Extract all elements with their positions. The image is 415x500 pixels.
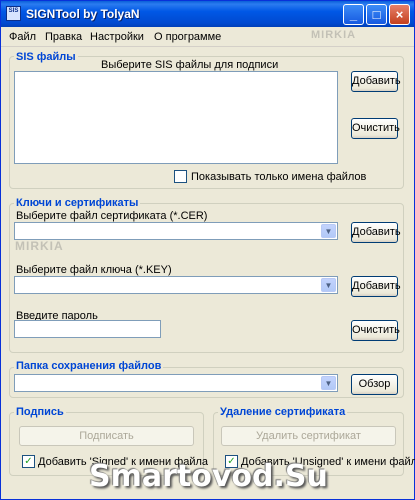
- key-add-button[interactable]: Добавить: [351, 276, 401, 297]
- cert-file-combo[interactable]: ▼: [14, 222, 338, 240]
- watermark-top: MIRKIA: [311, 29, 357, 41]
- close-button[interactable]: ×: [389, 4, 410, 25]
- minimize-button[interactable]: _: [343, 4, 364, 25]
- menu-edit[interactable]: Правка: [45, 31, 82, 43]
- sis-files-list[interactable]: [14, 71, 338, 164]
- browse-button[interactable]: Обзор: [351, 374, 398, 395]
- app-icon: SIS: [6, 6, 21, 21]
- save-folder-title: Папка сохранения файлов: [14, 360, 164, 372]
- cert-add-button[interactable]: Добавить: [351, 222, 401, 243]
- chevron-down-icon[interactable]: ▼: [321, 224, 336, 238]
- watermark-mid: MIRKIA: [15, 239, 64, 253]
- add-signed-checkbox[interactable]: ✓: [22, 455, 35, 468]
- menu-settings[interactable]: Настройки: [90, 31, 144, 43]
- names-only-label: Показывать только имена файлов: [191, 171, 367, 183]
- keys-title: Ключи и сертификаты: [14, 197, 141, 209]
- window-title: SIGNTool by TolyaN: [26, 7, 140, 21]
- sis-files-title: SIS файлы: [14, 51, 78, 63]
- menu-about[interactable]: О программе: [154, 31, 221, 43]
- watermark-bottom: Smartovod.Su: [89, 459, 328, 494]
- sis-clear-button[interactable]: Очистить: [351, 118, 400, 139]
- main-window: SIS SIGNTool by TolyaN _ □ × Файл Правка…: [0, 0, 415, 500]
- names-only-checkbox[interactable]: [174, 170, 187, 183]
- chevron-down-icon[interactable]: ▼: [321, 376, 336, 390]
- key-label: Выберите файл ключа (*.KEY): [16, 264, 172, 276]
- sis-files-hint: Выберите SIS файлы для подписи: [101, 59, 279, 71]
- sign-button[interactable]: Подписать: [19, 426, 194, 446]
- sis-add-button[interactable]: Добавить: [351, 71, 401, 92]
- title-bar[interactable]: SIS SIGNTool by TolyaN _ □ ×: [1, 1, 414, 27]
- remove-cert-title: Удаление сертификата: [218, 406, 348, 418]
- remove-cert-button[interactable]: Удалить сертификат: [221, 426, 396, 446]
- password-field[interactable]: [14, 320, 161, 338]
- key-file-combo[interactable]: ▼: [14, 276, 338, 294]
- sign-title: Подпись: [14, 406, 66, 418]
- menu-bar: Файл Правка Настройки О программе MIRKIA: [1, 27, 414, 47]
- chevron-down-icon[interactable]: ▼: [321, 278, 336, 292]
- menu-file[interactable]: Файл: [9, 31, 36, 43]
- maximize-button[interactable]: □: [366, 4, 387, 25]
- keys-clear-button[interactable]: Очистить: [351, 320, 400, 341]
- cert-label: Выберите файл сертификата (*.CER): [16, 210, 208, 222]
- save-folder-combo[interactable]: ▼: [14, 374, 338, 392]
